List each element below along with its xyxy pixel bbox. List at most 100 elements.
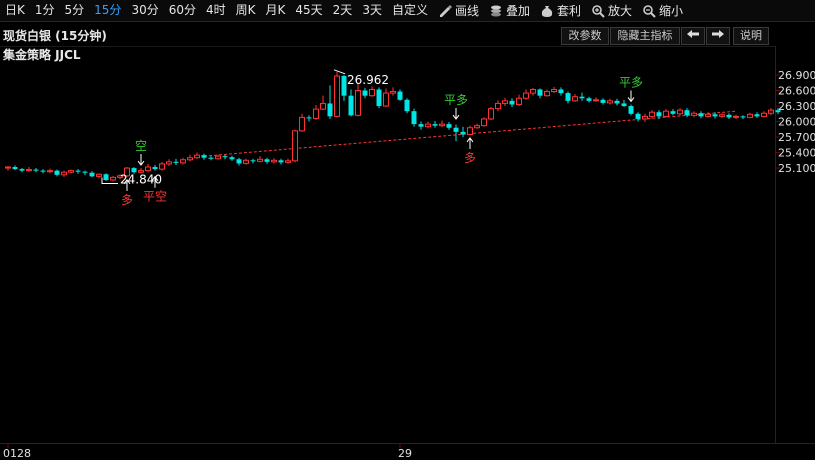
arrow-right-icon[interactable]	[706, 27, 730, 45]
candle-body	[341, 76, 347, 96]
candle-body	[75, 170, 81, 172]
candle-body	[194, 154, 200, 159]
period-tab-12[interactable]: 自定义	[387, 0, 433, 21]
period-tab-9[interactable]: 45天	[290, 0, 327, 21]
arrow-left-icon[interactable]	[681, 27, 705, 45]
candle-body	[180, 159, 186, 164]
hide-indicator-button[interactable]: 隐藏主指标	[610, 27, 680, 45]
tool-label: 缩小	[659, 4, 684, 18]
candle-body	[761, 112, 767, 117]
candle-body	[418, 124, 424, 127]
candle-body	[691, 112, 697, 116]
period-tab-4[interactable]: 30分	[126, 0, 163, 21]
candle-body	[89, 172, 95, 177]
candlestick-chart[interactable]: 26.900 26.600 26.300 26.000 25.700 25.400 25.1…	[0, 0, 815, 460]
period-tab-0[interactable]: 日K	[0, 0, 30, 21]
zoom-in-tool-button[interactable]: 放大	[586, 0, 637, 21]
candle-body	[446, 124, 452, 128]
signal-arrow	[137, 154, 145, 166]
candle-body	[586, 98, 592, 101]
candle-body	[579, 96, 585, 99]
candle-body	[495, 102, 501, 110]
modify-params-button[interactable]: 改参数	[561, 27, 609, 45]
candle-body	[607, 100, 613, 104]
candle-body	[733, 115, 739, 118]
toolbar: 日K 1分 5分 15分 30分 60分 4时 周K 月K 45天 2天 3天 自定义 画线 叠加 套利 放大 缩…	[0, 0, 815, 22]
candle-body	[425, 123, 431, 128]
candle-body	[558, 89, 564, 94]
zoom-out-icon	[643, 4, 656, 18]
candle-body	[54, 170, 60, 175]
candle-body	[222, 156, 228, 158]
candle-body	[677, 109, 683, 115]
moneybag-tool-button[interactable]: 套利	[535, 0, 586, 21]
y-tick-label: 25.100	[778, 162, 815, 175]
candle-body	[82, 171, 88, 173]
chart-title: 现货白银 (15分钟)	[3, 29, 107, 43]
candle-body	[68, 170, 74, 173]
zoom-in-icon	[592, 4, 605, 18]
period-tab-5[interactable]: 60分	[164, 0, 201, 21]
candle-body	[33, 169, 39, 171]
tool-label: 放大	[608, 4, 633, 18]
stack-icon	[490, 5, 501, 16]
candle-body	[173, 161, 179, 163]
high-price-label: 26.962	[347, 73, 389, 87]
period-tab-7[interactable]: 周K	[231, 0, 261, 21]
tool-label: 叠加	[505, 4, 530, 18]
candle-body	[397, 91, 403, 100]
moneybag-icon	[541, 5, 553, 17]
candle-body	[334, 75, 340, 117]
candle-body	[551, 88, 557, 93]
candle-body	[187, 157, 193, 161]
signal-arrow	[452, 108, 460, 120]
period-tab-6[interactable]: 4时	[201, 0, 231, 21]
candle-body	[502, 100, 508, 104]
candle-body	[467, 127, 473, 135]
candle-body	[348, 95, 354, 116]
period-tab-3[interactable]: 15分	[89, 0, 126, 21]
candle-body	[355, 90, 361, 116]
candle-body	[775, 110, 781, 113]
help-button[interactable]: 说明	[733, 27, 769, 45]
signal-label: 空	[135, 139, 147, 153]
period-tab-2[interactable]: 5分	[60, 0, 90, 21]
tool-label: 套利	[557, 4, 582, 18]
period-tab-11[interactable]: 3天	[357, 0, 387, 21]
candle-body	[215, 155, 221, 160]
candle-body	[250, 160, 256, 162]
zoom-out-tool-button[interactable]: 缩小	[637, 0, 688, 21]
y-tick-label: 26.600	[778, 85, 815, 98]
candle-body	[404, 99, 410, 112]
candle-body	[5, 166, 11, 169]
period-tab-10[interactable]: 2天	[328, 0, 358, 21]
candle-body	[712, 114, 718, 117]
period-tab-1[interactable]: 1分	[30, 0, 60, 21]
candle-body	[530, 88, 536, 94]
candle-body	[327, 103, 333, 117]
candle-body	[362, 90, 368, 96]
candle-body	[684, 110, 690, 116]
signal-label: 平空	[143, 190, 167, 204]
period-tab-8[interactable]: 月K	[261, 0, 291, 21]
candle-body	[663, 110, 669, 117]
candle-body	[432, 124, 438, 126]
candle-body	[635, 113, 641, 119]
candle-body	[565, 93, 571, 101]
y-tick-label: 25.400	[778, 147, 815, 160]
candle-body	[278, 160, 284, 163]
candle-body	[474, 125, 480, 129]
candle-body	[26, 169, 32, 172]
candle-body	[726, 114, 732, 118]
candle-body	[614, 100, 620, 104]
candle-body	[229, 157, 235, 160]
candle-body	[516, 97, 522, 105]
candle-body	[488, 108, 494, 120]
candle-body	[61, 171, 67, 176]
pencil-tool-button[interactable]: 画线	[433, 0, 484, 21]
stack-tool-button[interactable]: 叠加	[484, 0, 535, 21]
tool-label: 画线	[454, 4, 479, 18]
y-tick-label: 26.000	[778, 116, 815, 129]
candle-body	[257, 158, 263, 162]
candle-body	[523, 92, 529, 99]
